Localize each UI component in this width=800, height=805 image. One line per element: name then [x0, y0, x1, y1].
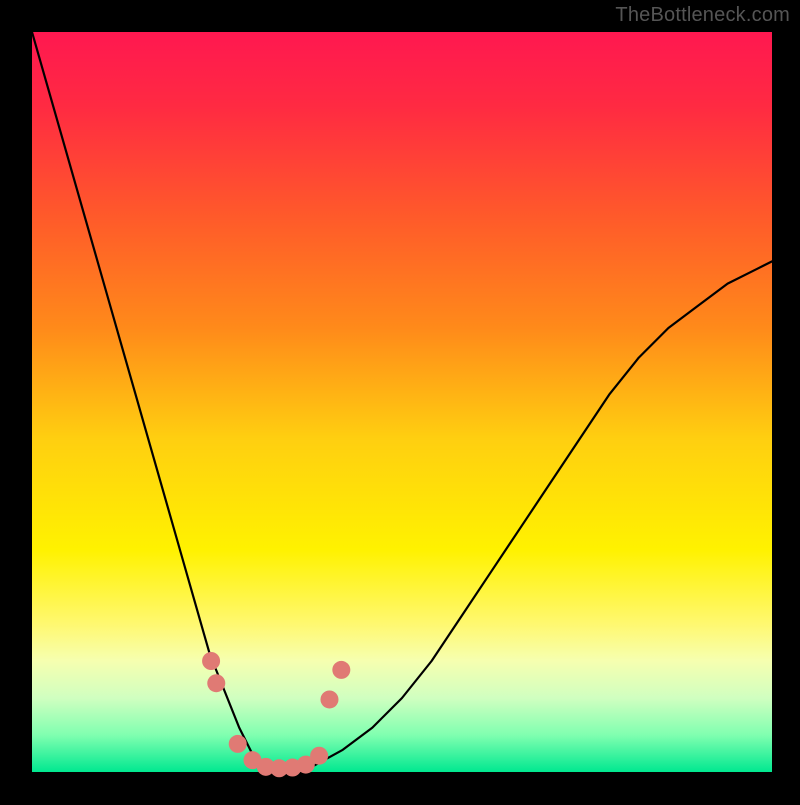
fit-marker [310, 747, 328, 765]
watermark-text: TheBottleneck.com [615, 4, 790, 27]
fit-marker [320, 690, 338, 708]
fit-marker [202, 652, 220, 670]
fit-marker [207, 674, 225, 692]
chart-svg [0, 0, 800, 800]
plot-background [32, 32, 772, 772]
fit-marker [229, 735, 247, 753]
fit-marker [332, 661, 350, 679]
chart-canvas [0, 0, 800, 800]
